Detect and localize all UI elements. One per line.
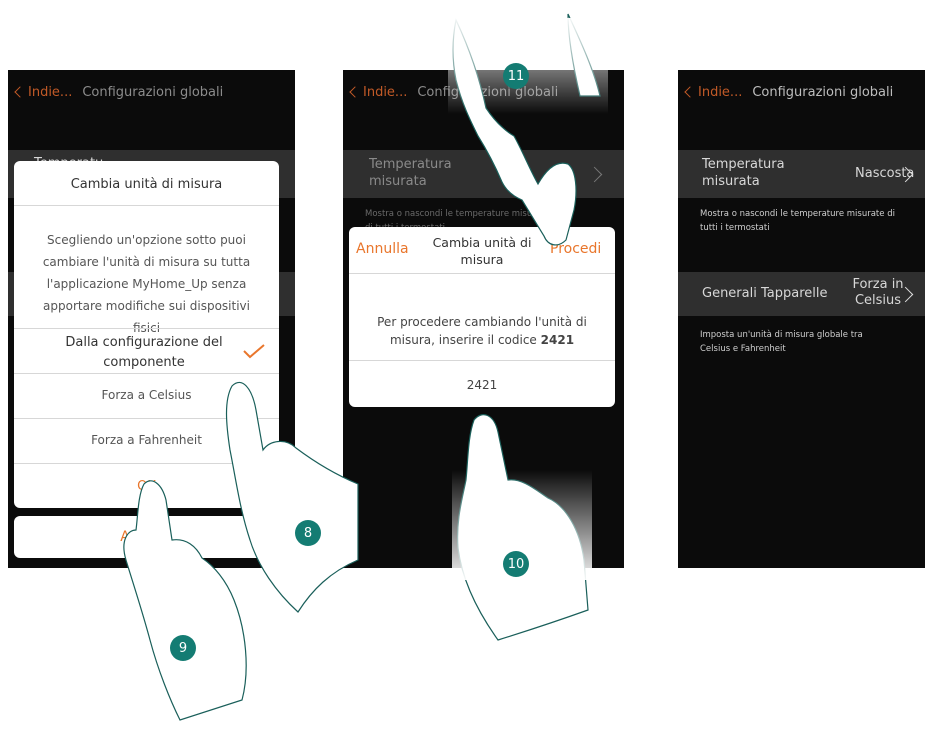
hand-8 (225, 381, 359, 613)
step-badge-9: 9 (170, 635, 196, 661)
hand-illustrations (123, 13, 608, 721)
hand-9 (123, 480, 247, 721)
step-badge-11: 11 (503, 63, 529, 89)
step-badge-10: 10 (503, 551, 529, 577)
step-badge-8: 8 (295, 520, 321, 546)
